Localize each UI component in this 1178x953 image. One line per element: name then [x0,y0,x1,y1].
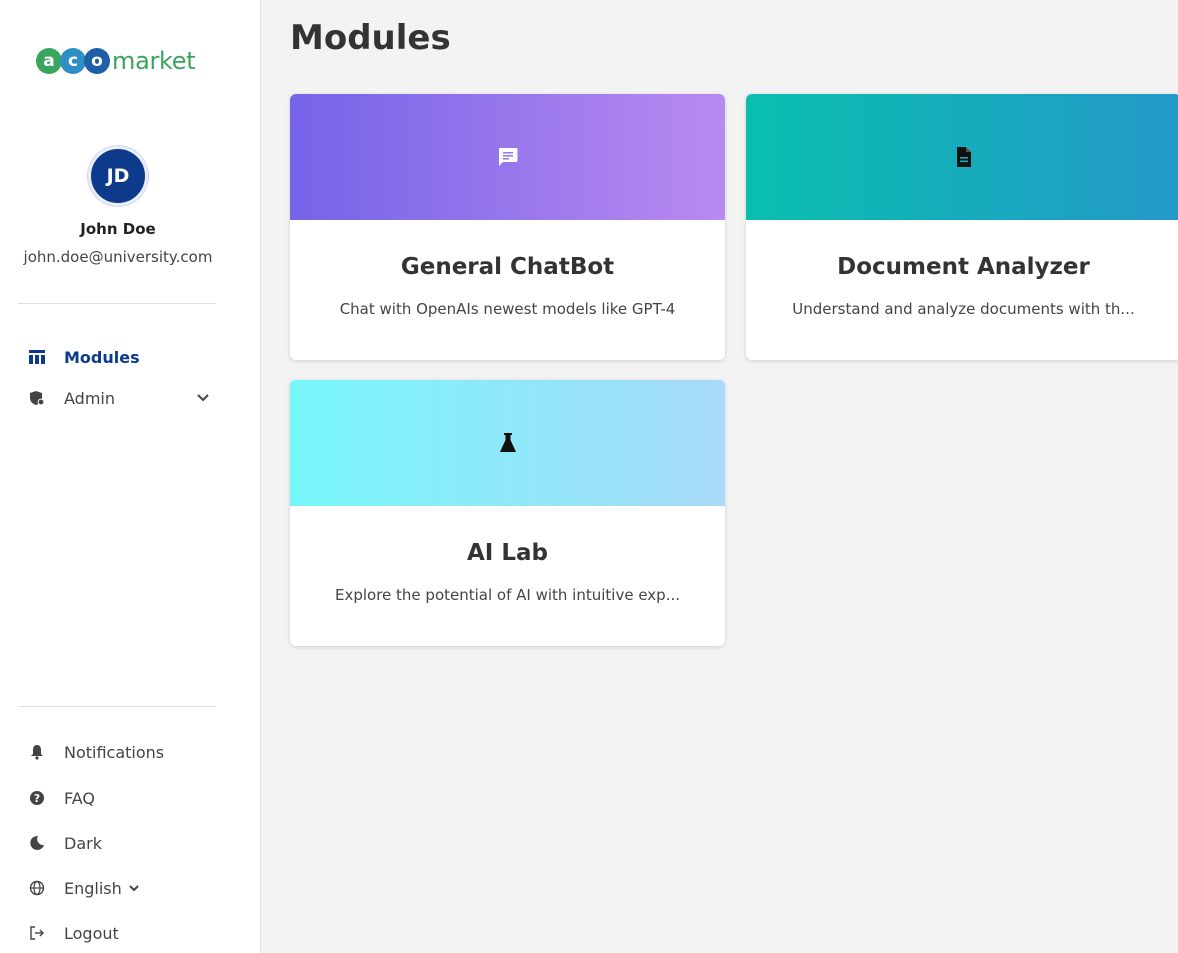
avatar[interactable]: JD [88,146,148,206]
svg-text:?: ? [34,792,40,805]
globe-icon [28,879,46,897]
app-logo[interactable]: a c o market [36,45,196,77]
sidebar-item-label: Admin [64,388,115,408]
document-icon [956,147,971,167]
sidebar-divider-top [18,303,216,304]
logout-icon [28,924,46,942]
module-description: Understand and analyze documents with th… [792,300,1135,318]
logo-word: market [112,47,196,75]
module-title: AI Lab [466,540,548,566]
module-card-general-chatbot[interactable]: General ChatBot Chat with OpenAIs newest… [290,94,725,360]
sidebar-item-label: Notifications [64,742,165,762]
sidebar-item-dark[interactable]: Dark [28,831,102,855]
module-banner [290,380,725,506]
logo-letter-a: a [36,48,62,74]
chevron-down-icon[interactable] [196,390,210,404]
admin-icon [28,389,46,407]
moon-icon [28,834,46,852]
modules-icon [28,348,46,366]
module-banner [290,94,725,220]
chat-icon [498,148,517,166]
logo-letter-o: o [84,48,110,74]
flask-icon [499,433,516,452]
user-name: John Doe [80,220,156,238]
chevron-down-icon [129,885,139,892]
user-email: john.doe@university.com [23,248,213,266]
module-description: Chat with OpenAIs newest models like GPT… [339,300,676,318]
module-banner [746,94,1178,220]
sidebar-item-modules[interactable]: Modules [28,345,140,369]
sidebar-item-label: Dark [64,833,102,853]
question-icon: ? [28,789,46,807]
sidebar-item-faq[interactable]: ? FAQ [28,786,95,810]
sidebar-item-label: FAQ [64,788,95,808]
sidebar: a c o market JD John Doe john.doe@univer… [0,0,261,953]
module-card-ai-lab[interactable]: AI Lab Explore the potential of AI with … [290,380,725,646]
page-title: Modules [290,18,451,58]
module-description: Explore the potential of AI with intuiti… [334,586,681,604]
logo-letter-c: c [60,48,86,74]
sidebar-item-logout[interactable]: Logout [28,921,119,945]
module-title: Document Analyzer [837,254,1090,280]
bell-icon [28,743,46,761]
sidebar-item-admin[interactable]: Admin [28,386,115,410]
sidebar-item-language[interactable]: English [28,876,140,900]
sidebar-divider-bottom [18,706,216,707]
sidebar-item-label: Modules [64,347,140,367]
module-card-document-analyzer[interactable]: Document Analyzer Understand and analyze… [746,94,1178,360]
module-title: General ChatBot [400,254,615,280]
sidebar-item-label: English [64,878,122,898]
sidebar-item-label: Logout [64,923,119,943]
sidebar-item-notifications[interactable]: Notifications [28,740,164,764]
